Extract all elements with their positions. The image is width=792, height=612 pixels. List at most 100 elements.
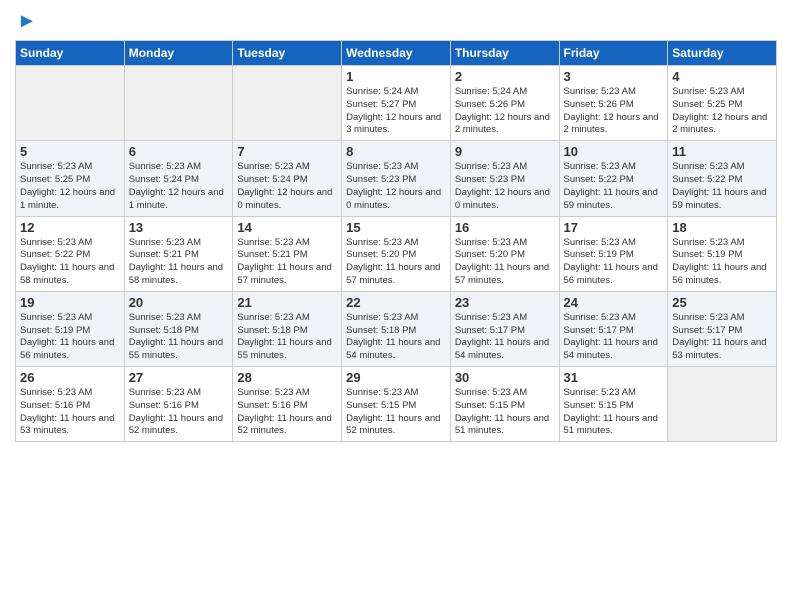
calendar-cell: 2Sunrise: 5:24 AMSunset: 5:26 PMDaylight… — [450, 66, 559, 141]
day-number: 13 — [129, 220, 229, 235]
day-number: 11 — [672, 144, 772, 159]
header: ► — [15, 10, 777, 30]
calendar-table: SundayMondayTuesdayWednesdayThursdayFrid… — [15, 40, 777, 442]
calendar-cell: 21Sunrise: 5:23 AMSunset: 5:18 PMDayligh… — [233, 291, 342, 366]
sunset-label: Sunset: 5:17 PM — [455, 325, 525, 336]
sunrise-label: Sunrise: 5:23 AM — [237, 237, 309, 248]
sunrise-label: Sunrise: 5:23 AM — [455, 161, 527, 172]
calendar-cell: 30 Sunrise: 5:23 AMSunset: 5:15 PMDayligh… — [450, 367, 559, 442]
sunset-label: Sunset: 5:20 PM — [346, 249, 416, 260]
sunrise-label: Sunrise: 5:23 AM — [346, 387, 418, 398]
day-number: 20 — [129, 295, 229, 310]
sunrise-label: Sunrise: 5:23 AM — [346, 237, 418, 248]
day-info: Sunrise: 5:23 AMSunset: 5:19 PMDaylight:… — [20, 312, 120, 363]
day-number: 30 — [455, 370, 555, 385]
daylight-label: Daylight: 11 hours and 59 minutes. — [672, 187, 766, 211]
day-number: 27 — [129, 370, 229, 385]
day-number: 5 — [20, 144, 120, 159]
logo: ► — [15, 10, 37, 30]
sunset-label: Sunset: 5:16 PM — [20, 400, 90, 411]
sunset-label: Sunset: 5:23 PM — [455, 174, 525, 185]
day-number: 31 — [564, 370, 664, 385]
sunrise-label: Sunrise: 5:23 AM — [455, 387, 527, 398]
sunrise-label: Sunrise: 5:23 AM — [237, 387, 309, 398]
sunrise-label: Sunrise: 5:23 AM — [237, 161, 309, 172]
sunset-label: Sunset: 5:24 PM — [129, 174, 199, 185]
calendar-cell: 6Sunrise: 5:23 AMSunset: 5:24 PMDaylight… — [124, 141, 233, 216]
calendar-cell: 27Sunrise: 5:23 AMSunset: 5:16 PMDayligh… — [124, 367, 233, 442]
day-info: Sunrise: 5:23 AMSunset: 5:23 PMDaylight:… — [346, 161, 446, 212]
sunset-label: Sunset: 5:22 PM — [20, 249, 90, 260]
sunrise-label: Sunrise: 5:23 AM — [129, 312, 201, 323]
weekday-header-friday: Friday — [559, 41, 668, 66]
calendar-cell — [668, 367, 777, 442]
sunrise-label: Sunrise: 5:23 AM — [346, 312, 418, 323]
daylight-label: Daylight: 11 hours and 51 minutes. — [564, 413, 658, 437]
calendar-cell: 25Sunrise: 5:23 AMSunset: 5:17 PMDayligh… — [668, 291, 777, 366]
daylight-label: Daylight: 11 hours and 59 minutes. — [564, 187, 658, 211]
sunset-label: Sunset: 5:16 PM — [129, 400, 199, 411]
day-info: Sunrise: 5:23 AMSunset: 5:18 PMDaylight:… — [346, 312, 446, 363]
day-number: 9 — [455, 144, 555, 159]
day-info: Sunrise: 5:23 AMSunset: 5:17 PMDaylight:… — [672, 312, 772, 363]
calendar-week-row: 12Sunrise: 5:23 AMSunset: 5:22 PMDayligh… — [16, 216, 777, 291]
day-info: Sunrise: 5:23 AMSunset: 5:22 PMDaylight:… — [672, 161, 772, 212]
calendar-cell: 22Sunrise: 5:23 AMSunset: 5:18 PMDayligh… — [342, 291, 451, 366]
day-info: Sunrise: 5:23 AMSunset: 5:21 PMDaylight:… — [129, 237, 229, 288]
weekday-header-row: SundayMondayTuesdayWednesdayThursdayFrid… — [16, 41, 777, 66]
sunrise-label: Sunrise: 5:23 AM — [672, 237, 744, 248]
day-number: 6 — [129, 144, 229, 159]
day-info: Sunrise: 5:23 AMSunset: 5:18 PMDaylight:… — [237, 312, 337, 363]
daylight-label: Daylight: 12 hours and 0 minutes. — [455, 187, 550, 211]
day-number: 29 — [346, 370, 446, 385]
sunrise-label: Sunrise: 5:24 AM — [346, 86, 418, 97]
sunset-label: Sunset: 5:18 PM — [129, 325, 199, 336]
sunset-label: Sunset: 5:20 PM — [455, 249, 525, 260]
daylight-label: Daylight: 11 hours and 55 minutes. — [237, 337, 331, 361]
day-info: Sunrise: 5:23 AMSunset: 5:22 PMDaylight:… — [20, 237, 120, 288]
day-number: 23 — [455, 295, 555, 310]
weekday-header-sunday: Sunday — [16, 41, 125, 66]
sunset-label: Sunset: 5:19 PM — [672, 249, 742, 260]
daylight-label: Daylight: 12 hours and 0 minutes. — [237, 187, 332, 211]
calendar-cell: 1Sunrise: 5:24 AMSunset: 5:27 PMDaylight… — [342, 66, 451, 141]
calendar-cell: 23Sunrise: 5:23 AMSunset: 5:17 PMDayligh… — [450, 291, 559, 366]
calendar-cell: 4Sunrise: 5:23 AMSunset: 5:25 PMDaylight… — [668, 66, 777, 141]
page-container: ► SundayMondayTuesdayWednesdayThursdayFr… — [0, 0, 792, 452]
calendar-cell: 8Sunrise: 5:23 AMSunset: 5:23 PMDaylight… — [342, 141, 451, 216]
daylight-label: Daylight: 11 hours and 54 minutes. — [564, 337, 658, 361]
day-info: Sunrise: 5:23 AMSunset: 5:15 PMDaylight:… — [346, 387, 446, 438]
sunrise-label: Sunrise: 5:23 AM — [564, 161, 636, 172]
sunrise-label: Sunrise: 5:23 AM — [564, 86, 636, 97]
day-info: Sunrise: 5:23 AMSunset: 5:16 PMDaylight:… — [237, 387, 337, 438]
daylight-label: Daylight: 11 hours and 53 minutes. — [672, 337, 766, 361]
calendar-cell: 9 Sunrise: 5:23 AM Sunset: 5:23 PM Daylight… — [450, 141, 559, 216]
daylight-label: Daylight: 11 hours and 57 minutes. — [346, 262, 440, 286]
day-number: 17 — [564, 220, 664, 235]
weekday-header-wednesday: Wednesday — [342, 41, 451, 66]
day-info: Sunrise: 5:23 AMSunset: 5:15 PMDaylight:… — [455, 387, 555, 438]
sunset-label: Sunset: 5:17 PM — [564, 325, 634, 336]
sunset-label: Sunset: 5:15 PM — [564, 400, 634, 411]
sunrise-label: Sunrise: 5:23 AM — [564, 312, 636, 323]
sunset-label: Sunset: 5:21 PM — [237, 249, 307, 260]
sunset-label: Sunset: 5:22 PM — [672, 174, 742, 185]
day-info: Sunrise: 5:23 AMSunset: 5:21 PMDaylight:… — [237, 237, 337, 288]
sunset-label: Sunset: 5:22 PM — [564, 174, 634, 185]
calendar-cell: 15Sunrise: 5:23 AMSunset: 5:20 PMDayligh… — [342, 216, 451, 291]
weekday-header-tuesday: Tuesday — [233, 41, 342, 66]
sunrise-label: Sunrise: 5:23 AM — [237, 312, 309, 323]
day-info: Sunrise: 5:24 AMSunset: 5:27 PMDaylight:… — [346, 86, 446, 137]
sunrise-label: Sunrise: 5:23 AM — [129, 161, 201, 172]
day-number: 14 — [237, 220, 337, 235]
day-number: 24 — [564, 295, 664, 310]
sunrise-label: Sunrise: 5:23 AM — [672, 86, 744, 97]
daylight-label: Daylight: 11 hours and 52 minutes. — [129, 413, 223, 437]
day-info: Sunrise: 5:23 AMSunset: 5:19 PMDaylight:… — [672, 237, 772, 288]
calendar-cell — [124, 66, 233, 141]
calendar-cell: 24 Sunrise: 5:23 AM Sunset: 5:17 PMDayligh… — [559, 291, 668, 366]
daylight-label: Daylight: 11 hours and 52 minutes. — [237, 413, 331, 437]
daylight-label: Daylight: 11 hours and 58 minutes. — [129, 262, 223, 286]
calendar-cell: 10Sunrise: 5:23 AMSunset: 5:22 PMDayligh… — [559, 141, 668, 216]
sunset-label: Sunset: 5:27 PM — [346, 99, 416, 110]
